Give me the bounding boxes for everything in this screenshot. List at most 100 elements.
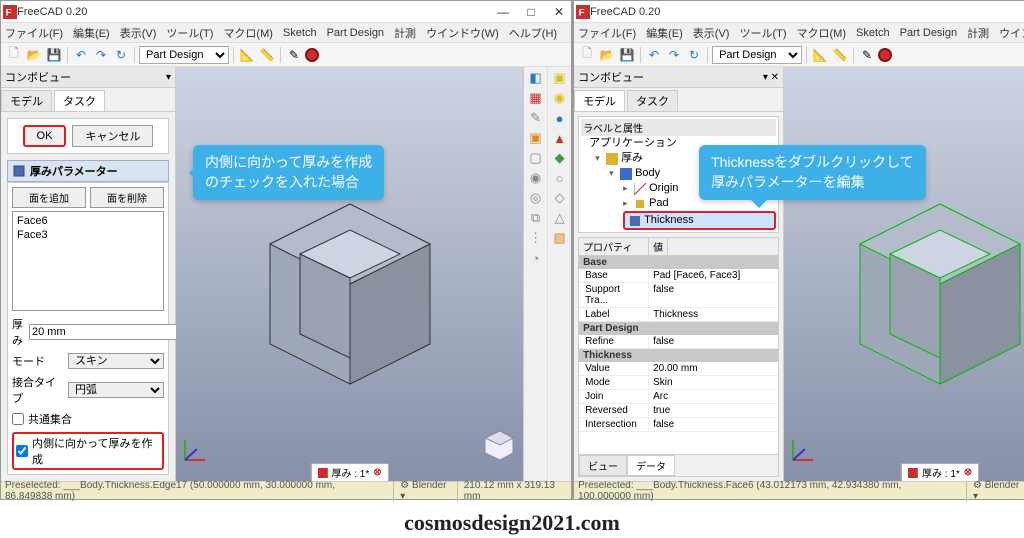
prim-misc4-icon[interactable]: △ <box>551 209 569 227</box>
refresh-icon[interactable]: ↻ <box>112 46 130 64</box>
tab-task[interactable]: タスク <box>627 90 678 111</box>
tab-model[interactable]: モデル <box>574 90 625 111</box>
body-icon[interactable]: ◧ <box>527 69 545 87</box>
prop-val[interactable]: false <box>649 283 778 307</box>
pocket-icon[interactable]: ▢ <box>527 149 545 167</box>
thickness-input[interactable] <box>29 324 177 340</box>
menu-tools[interactable]: ツール(T) <box>166 25 213 41</box>
menu-macro[interactable]: マクロ(M) <box>797 25 847 41</box>
prim-cyl-icon[interactable]: ◉ <box>551 89 569 107</box>
viewport-3d[interactable]: 厚み : 1* ⊗ <box>176 67 523 481</box>
save-icon[interactable]: 💾 <box>618 46 636 64</box>
viewport-doc-tab[interactable]: 厚み : 1* ⊗ <box>310 463 388 481</box>
menu-view[interactable]: 表示(V) <box>693 25 730 41</box>
prim-misc2-icon[interactable]: ○ <box>551 169 569 187</box>
menu-file[interactable]: ファイル(F) <box>578 25 636 41</box>
new-icon[interactable]: 🗋 <box>578 46 596 64</box>
menu-edit[interactable]: 編集(E) <box>646 25 683 41</box>
bool-icon[interactable]: ◔ <box>527 249 545 267</box>
menu-sketch[interactable]: Sketch <box>856 27 890 39</box>
prop-val[interactable]: true <box>649 404 778 417</box>
panel-menu-icon[interactable]: ▾ ✕ <box>763 72 779 83</box>
undo-icon[interactable]: ↶ <box>645 46 663 64</box>
prop-val[interactable]: 20.00 mm <box>649 362 778 375</box>
join-select[interactable]: 円弧 <box>68 382 164 398</box>
measure-icon[interactable]: 📐 <box>238 46 256 64</box>
menu-partdesign[interactable]: Part Design <box>900 27 957 39</box>
prop-val[interactable]: Pad [Face6, Face3] <box>649 269 778 282</box>
menu-edit[interactable]: 編集(E) <box>73 25 110 41</box>
menu-partdesign[interactable]: Part Design <box>327 27 384 39</box>
revolve-icon[interactable]: ◉ <box>527 169 545 187</box>
menu-sketch[interactable]: Sketch <box>283 27 317 39</box>
ruler-icon[interactable]: 📏 <box>258 46 276 64</box>
nav-cube-icon[interactable] <box>475 423 515 463</box>
macro-record-icon[interactable] <box>305 48 319 62</box>
groove-icon[interactable]: ◎ <box>527 189 545 207</box>
viewport-3d[interactable]: 厚み : 1* ⊗ <box>784 67 1024 481</box>
menu-window[interactable]: ウインドウ(W) <box>426 25 499 41</box>
face-item[interactable]: Face3 <box>17 228 159 242</box>
new-icon[interactable]: 🗋 <box>5 46 23 64</box>
mirror-icon[interactable]: ⧉ <box>527 209 545 227</box>
menu-macro[interactable]: マクロ(M) <box>223 25 273 41</box>
viewport-doc-tab[interactable]: 厚み : 1* ⊗ <box>901 463 979 481</box>
open-icon[interactable]: 📂 <box>598 46 616 64</box>
panel-menu-icon[interactable]: ▾ <box>166 72 171 83</box>
menu-measure[interactable]: 計測 <box>394 25 416 41</box>
status-nav-icon[interactable]: ⚙ Blender ▾ <box>966 480 1024 502</box>
macro-edit-icon[interactable]: ✎ <box>285 46 303 64</box>
menu-window[interactable]: ウインドウ(W) <box>999 25 1024 41</box>
menu-file[interactable]: ファイル(F) <box>5 25 63 41</box>
linear-icon[interactable]: ⋮ <box>527 229 545 247</box>
cancel-button[interactable]: キャンセル <box>72 125 153 147</box>
macro-record-icon[interactable] <box>878 48 892 62</box>
workbench-select[interactable]: Part Design <box>139 46 229 64</box>
refresh-icon[interactable]: ↻ <box>685 46 703 64</box>
prop-val[interactable]: Skin <box>649 376 778 389</box>
open-icon[interactable]: 📂 <box>25 46 43 64</box>
sketch-icon[interactable]: ▦ <box>527 89 545 107</box>
status-nav-icon[interactable]: ⚙ Blender ▾ <box>393 480 450 502</box>
prim-misc3-icon[interactable]: ◇ <box>551 189 569 207</box>
prim-box-icon[interactable]: ▣ <box>551 69 569 87</box>
face-item[interactable]: Face6 <box>17 214 159 228</box>
tab-model[interactable]: モデル <box>1 90 52 111</box>
edit-sketch-icon[interactable]: ✎ <box>527 109 545 127</box>
min-button[interactable]: — <box>493 5 513 19</box>
remove-face-button[interactable]: 面を削除 <box>90 187 164 208</box>
prop-val[interactable]: Arc <box>649 390 778 403</box>
ok-button[interactable]: OK <box>23 125 67 147</box>
prop-val[interactable]: Thickness <box>649 308 778 321</box>
face-list[interactable]: Face6 Face3 <box>12 211 164 311</box>
prim-misc5-icon[interactable]: ▧ <box>551 229 569 247</box>
tab-task[interactable]: タスク <box>54 90 105 111</box>
menu-tools[interactable]: ツール(T) <box>739 25 786 41</box>
prop-val[interactable]: false <box>649 335 778 348</box>
doc-close-icon[interactable]: ⊗ <box>964 467 972 478</box>
measure-icon[interactable]: 📐 <box>811 46 829 64</box>
prim-misc1-icon[interactable]: ◆ <box>551 149 569 167</box>
prim-sphere-icon[interactable]: ● <box>551 109 569 127</box>
inward-checkbox[interactable] <box>16 445 28 457</box>
prop-tab-data[interactable]: データ <box>627 455 675 476</box>
undo-icon[interactable]: ↶ <box>72 46 90 64</box>
workbench-select[interactable]: Part Design <box>712 46 802 64</box>
redo-icon[interactable]: ↷ <box>92 46 110 64</box>
prop-val[interactable]: false <box>649 418 778 431</box>
max-button[interactable]: □ <box>521 5 541 19</box>
prim-cone-icon[interactable]: ▲ <box>551 129 569 147</box>
menu-help[interactable]: ヘルプ(H) <box>509 25 557 41</box>
close-button[interactable]: ✕ <box>549 5 569 19</box>
ruler-icon[interactable]: 📏 <box>831 46 849 64</box>
mode-select[interactable]: スキン <box>68 353 164 369</box>
save-icon[interactable]: 💾 <box>45 46 63 64</box>
add-face-button[interactable]: 面を追加 <box>12 187 86 208</box>
pad-icon[interactable]: ▣ <box>527 129 545 147</box>
doc-close-icon[interactable]: ⊗ <box>373 467 381 478</box>
intersection-checkbox[interactable] <box>12 413 24 425</box>
menu-view[interactable]: 表示(V) <box>120 25 157 41</box>
redo-icon[interactable]: ↷ <box>665 46 683 64</box>
prop-tab-view[interactable]: ビュー <box>579 455 627 476</box>
macro-edit-icon[interactable]: ✎ <box>858 46 876 64</box>
